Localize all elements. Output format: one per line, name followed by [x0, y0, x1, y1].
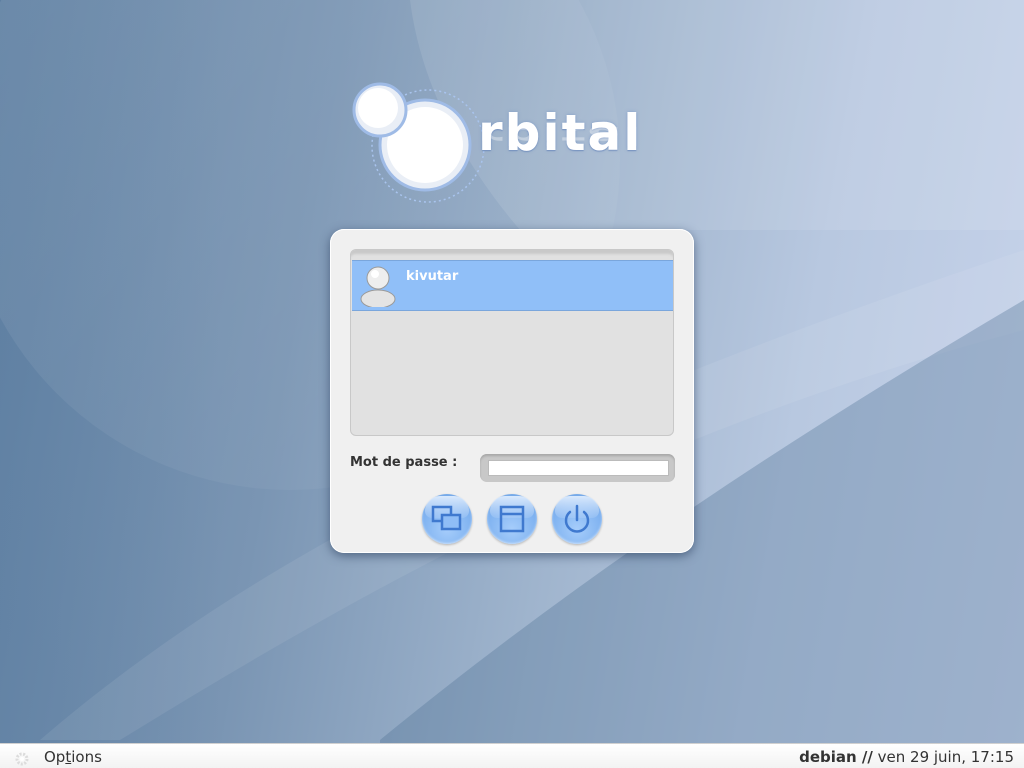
power-button[interactable] — [552, 494, 602, 544]
power-icon — [564, 504, 590, 533]
options-label-suffix: ions — [71, 748, 102, 766]
user-row[interactable]: kivutar — [352, 260, 673, 311]
status-area: debian // ven 29 juin, 17:15 — [799, 748, 1014, 766]
windows-icon — [431, 505, 462, 531]
gear-icon[interactable] — [14, 751, 30, 767]
window-icon — [499, 505, 525, 533]
login-screen: rbital rbital kivutar Mot de passe : Opt… — [0, 0, 1024, 768]
options-label-prefix: Op — [44, 748, 66, 766]
user-avatar-icon — [360, 266, 396, 307]
datetime: ven 29 juin, 17:15 — [877, 748, 1014, 766]
options-menu[interactable]: Options — [44, 748, 102, 766]
bottom-bar: Options debian // ven 29 juin, 17:15 — [0, 743, 1024, 768]
session-button[interactable] — [422, 494, 472, 544]
logo-reflection: rbital — [478, 121, 643, 150]
password-label: Mot de passe : — [350, 455, 458, 470]
password-field[interactable] — [488, 460, 669, 476]
user-name: kivutar — [406, 269, 459, 284]
layout-button[interactable] — [487, 494, 537, 544]
hostname: debian // — [799, 748, 873, 766]
user-list[interactable]: kivutar — [350, 249, 674, 436]
login-dialog: kivutar Mot de passe : — [330, 229, 694, 553]
password-frame — [480, 454, 675, 482]
